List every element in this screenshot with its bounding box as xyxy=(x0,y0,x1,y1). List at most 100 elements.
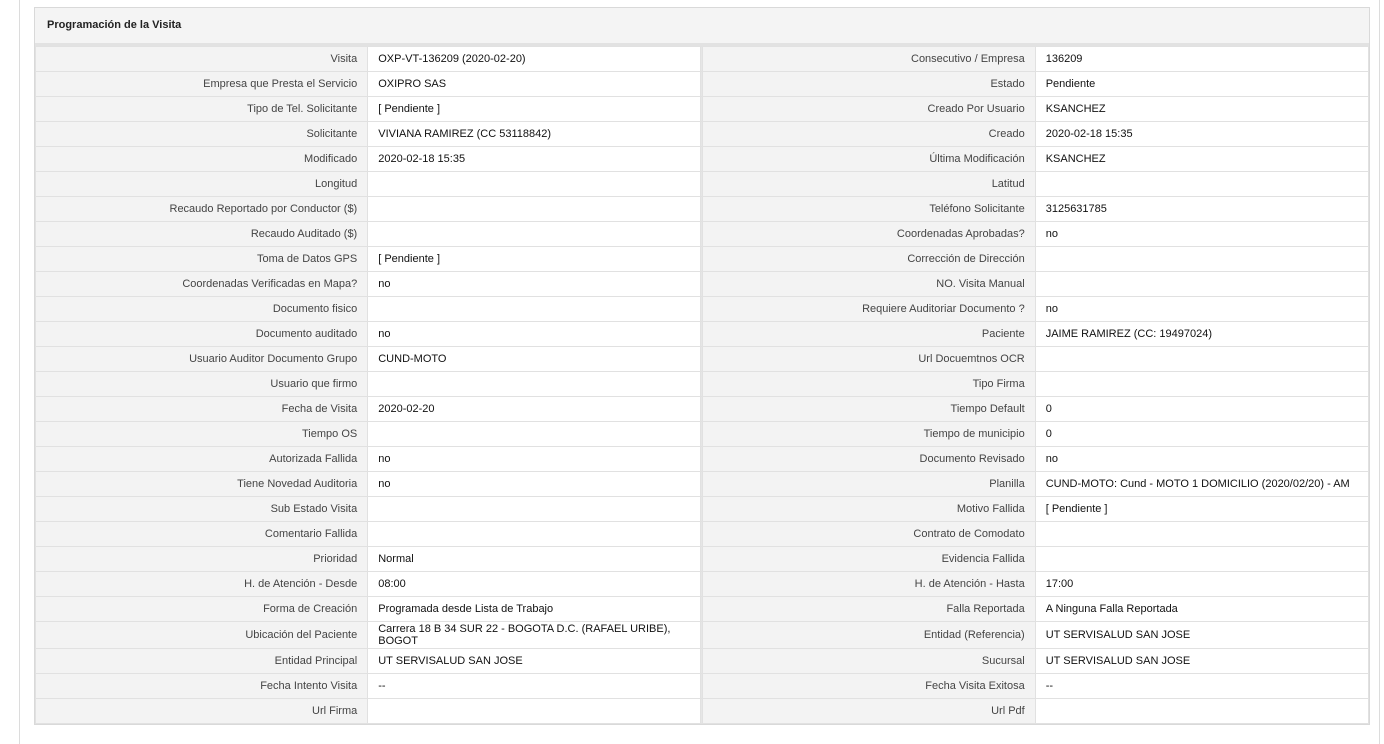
table-row: Coordenadas Verificadas en Mapa? no NO. V… xyxy=(34,271,1370,297)
field-value: no xyxy=(367,271,702,297)
table-row: Usuario que firmo Tipo Firma xyxy=(34,371,1370,397)
field-label: Fecha Visita Exitosa xyxy=(702,673,1036,699)
field-value xyxy=(367,371,702,397)
field-value xyxy=(1034,546,1370,572)
field-value: 0 xyxy=(1034,421,1370,447)
field-value: Normal xyxy=(367,546,702,572)
field-value: no xyxy=(367,321,702,347)
field-label: Url Docuemtnos OCR xyxy=(702,346,1036,372)
field-label: Forma de Creación xyxy=(34,596,369,622)
field-label: Creado Por Usuario xyxy=(702,96,1036,122)
field-label: H. de Atención - Hasta xyxy=(702,571,1036,597)
visit-schedule-panel: Programación de la Visita Visita OXP-VT-1… xyxy=(34,7,1370,725)
field-value: -- xyxy=(1034,673,1370,699)
field-label: Falla Reportada xyxy=(702,596,1036,622)
field-value xyxy=(367,421,702,447)
table-row: Documento auditado no Paciente JAIME RAMIR… xyxy=(34,321,1370,347)
field-label: Planilla xyxy=(702,471,1036,497)
field-label: Teléfono Solicitante xyxy=(702,196,1036,222)
table-row: Empresa que Presta el Servicio OXIPRO SAS… xyxy=(34,71,1370,97)
field-value xyxy=(367,221,702,247)
field-label: Fecha de Visita xyxy=(34,396,369,422)
field-value xyxy=(1034,346,1370,372)
table-row: Recaudo Reportado por Conductor ($) Teléf… xyxy=(34,196,1370,222)
field-value: [ Pendiente ] xyxy=(367,246,702,272)
field-value: no xyxy=(367,471,702,497)
field-label: NO. Visita Manual xyxy=(702,271,1036,297)
right-scrollbar-track[interactable] xyxy=(1379,0,1380,744)
field-label: Empresa que Presta el Servicio xyxy=(34,71,369,97)
table-row: Url Firma Url Pdf xyxy=(34,698,1370,724)
field-label: Documento auditado xyxy=(34,321,369,347)
field-value: KSANCHEZ xyxy=(1034,96,1370,122)
field-label: Usuario Auditor Documento Grupo xyxy=(34,346,369,372)
field-label: Ubicación del Paciente xyxy=(34,621,369,649)
field-value: 3125631785 xyxy=(1034,196,1370,222)
field-label: Sub Estado Visita xyxy=(34,496,369,522)
field-label: Prioridad xyxy=(34,546,369,572)
field-value: OXP-VT-136209 (2020-02-20) xyxy=(367,46,702,72)
field-value: 2020-02-18 15:35 xyxy=(367,146,702,172)
field-label: Entidad (Referencia) xyxy=(702,621,1036,649)
field-value xyxy=(1034,371,1370,397)
field-value: UT SERVISALUD SAN JOSE xyxy=(1034,621,1370,649)
field-label: Requiere Auditoriar Documento ? xyxy=(702,296,1036,322)
field-value xyxy=(367,496,702,522)
field-value xyxy=(367,296,702,322)
field-value: no xyxy=(1034,296,1370,322)
field-value xyxy=(1034,171,1370,197)
panel-title: Programación de la Visita xyxy=(35,8,1369,46)
field-value: JAIME RAMIREZ (CC: 19497024) xyxy=(1034,321,1370,347)
field-label: Consecutivo / Empresa xyxy=(702,46,1036,72)
table-row: Ubicación del Paciente Carrera 18 B 34 SU… xyxy=(34,621,1370,649)
field-value: 17:00 xyxy=(1034,571,1370,597)
field-value: no xyxy=(1034,221,1370,247)
table-row: Tiempo OS Tiempo de municipio 0 xyxy=(34,421,1370,447)
field-label: Recaudo Reportado por Conductor ($) xyxy=(34,196,369,222)
table-row: Modificado 2020-02-18 15:35 Última Modific… xyxy=(34,146,1370,172)
table-row: Tipo de Tel. Solicitante[ Pendiente ] Cre… xyxy=(34,96,1370,122)
table-row: Forma de Creación Programada desde Lista … xyxy=(34,596,1370,622)
field-label: Entidad Principal xyxy=(34,648,369,674)
table-row: Sub Estado Visita Motivo Fallida[ Pendien… xyxy=(34,496,1370,522)
table-row: Longitud Latitud xyxy=(34,171,1370,197)
visit-details-table: Visita OXP-VT-136209 (2020-02-20) Consecut… xyxy=(34,46,1370,724)
field-value xyxy=(367,171,702,197)
field-value: KSANCHEZ xyxy=(1034,146,1370,172)
field-label: Tiempo de municipio xyxy=(702,421,1036,447)
field-label: Corrección de Dirección xyxy=(702,246,1036,272)
field-value xyxy=(367,196,702,222)
table-row: Recaudo Auditado ($) Coordenadas Aprobada… xyxy=(34,221,1370,247)
field-label: Tiempo OS xyxy=(34,421,369,447)
field-value: OXIPRO SAS xyxy=(367,71,702,97)
field-label: Estado xyxy=(702,71,1036,97)
table-row: Toma de Datos GPS[ Pendiente ] Corrección… xyxy=(34,246,1370,272)
field-value: 2020-02-20 xyxy=(367,396,702,422)
field-value: CUND-MOTO xyxy=(367,346,702,372)
field-value: 2020-02-18 15:35 xyxy=(1034,121,1370,147)
field-value: Carrera 18 B 34 SUR 22 - BOGOTA D.C. (RA… xyxy=(367,621,702,649)
table-row: Documento fisico Requiere Auditoriar Docu… xyxy=(34,296,1370,322)
field-value: no xyxy=(367,446,702,472)
table-row: Usuario Auditor Documento Grupo CUND-MOTO… xyxy=(34,346,1370,372)
table-row: Visita OXP-VT-136209 (2020-02-20) Consecut… xyxy=(34,46,1370,72)
field-label: Motivo Fallida xyxy=(702,496,1036,522)
table-row: H. de Atención - Desde 08:00 H. de Atenció… xyxy=(34,571,1370,597)
field-value xyxy=(1034,246,1370,272)
field-label: Url Firma xyxy=(34,698,369,724)
field-value xyxy=(1034,521,1370,547)
table-row: Prioridad Normal Evidencia Fallida xyxy=(34,546,1370,572)
field-label: Sucursal xyxy=(702,648,1036,674)
field-value xyxy=(1034,698,1370,724)
field-label: Autorizada Fallida xyxy=(34,446,369,472)
field-value xyxy=(1034,271,1370,297)
field-label: Creado xyxy=(702,121,1036,147)
field-label: Fecha Intento Visita xyxy=(34,673,369,699)
table-row: Fecha de Visita 2020-02-20 Tiempo Default… xyxy=(34,396,1370,422)
field-value: UT SERVISALUD SAN JOSE xyxy=(1034,648,1370,674)
field-label: Toma de Datos GPS xyxy=(34,246,369,272)
field-value: 0 xyxy=(1034,396,1370,422)
field-value: UT SERVISALUD SAN JOSE xyxy=(367,648,702,674)
field-value: Pendiente xyxy=(1034,71,1370,97)
field-label: Modificado xyxy=(34,146,369,172)
